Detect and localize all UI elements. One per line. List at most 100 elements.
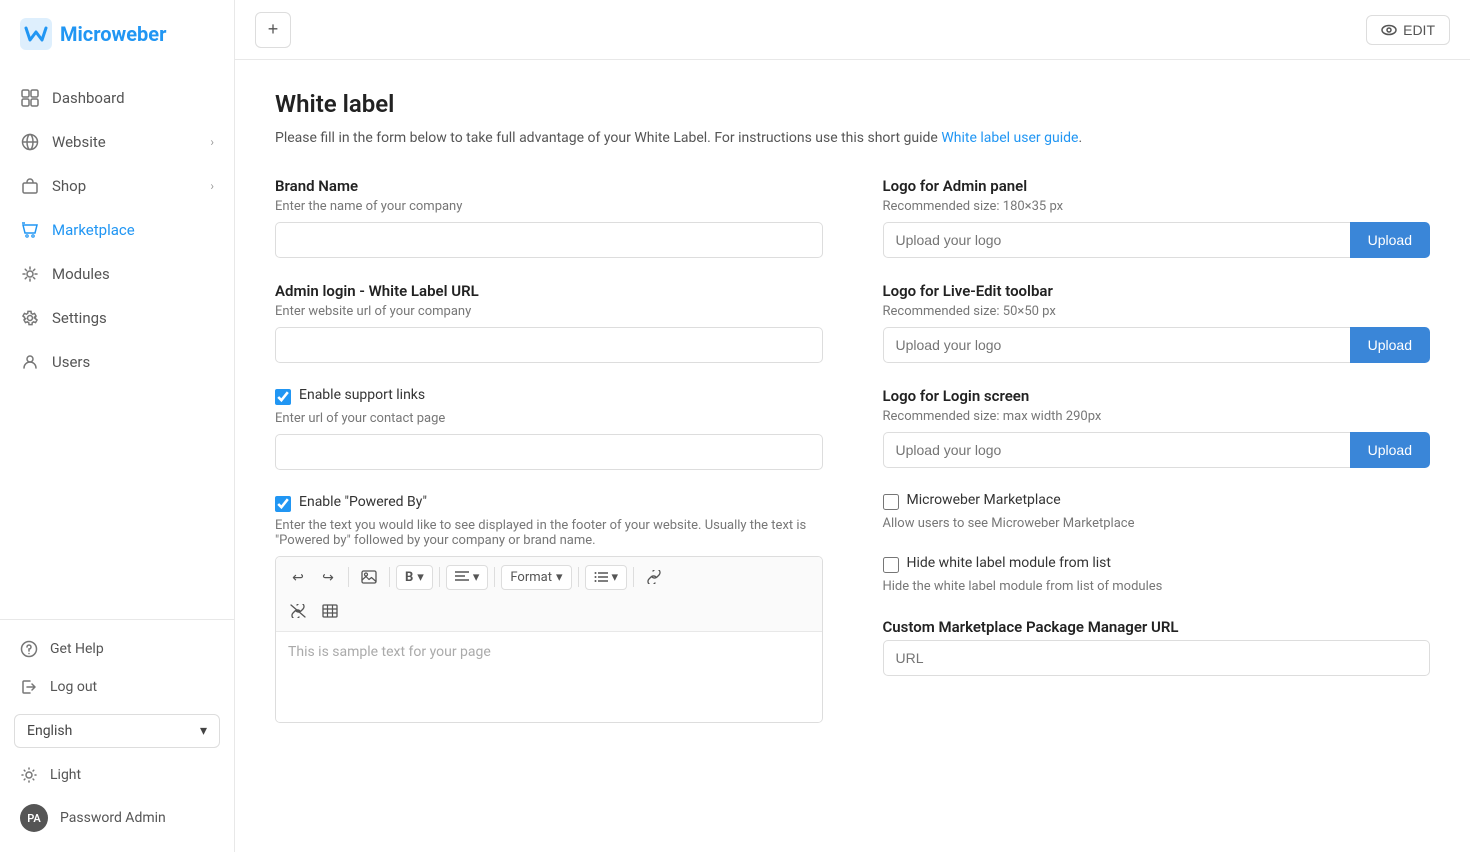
logo-liveedit-sublabel: Recommended size: 50×50 px — [883, 304, 1431, 319]
logo-admin-label: Logo for Admin panel — [883, 177, 1431, 195]
redo-button[interactable]: ↪ — [314, 563, 342, 591]
toolbar-separator — [348, 567, 349, 587]
language-label: English — [27, 723, 72, 739]
editor-placeholder: This is sample text for your page — [288, 644, 491, 660]
sidebar-item-marketplace[interactable]: Marketplace — [0, 208, 234, 252]
avatar: PA — [20, 804, 48, 832]
format-dropdown[interactable]: Format ▾ — [501, 565, 571, 590]
logo-login-input[interactable] — [883, 432, 1350, 468]
theme-toggle[interactable]: Light — [0, 756, 234, 794]
logo-text: Microweber — [60, 22, 166, 46]
user-profile-item[interactable]: PA Password Admin — [0, 794, 234, 842]
admin-url-section: Admin login - White Label URL Enter webs… — [275, 282, 823, 363]
users-icon — [20, 352, 40, 372]
admin-url-sublabel: Enter website url of your company — [275, 304, 823, 319]
powered-by-checkbox-row: Enable "Powered By" — [275, 494, 823, 512]
hide-module-label: Hide white label module from list — [907, 555, 1111, 571]
custom-url-label: Custom Marketplace Package Manager URL — [883, 618, 1431, 636]
logo-liveedit-input[interactable] — [883, 327, 1350, 363]
support-links-checkbox-row: Enable support links — [275, 387, 823, 405]
marketplace-icon — [20, 220, 40, 240]
brand-name-input[interactable] — [275, 222, 823, 258]
marketplace-section: Microweber Marketplace Allow users to se… — [883, 492, 1431, 531]
align-dropdown[interactable]: ▾ — [446, 565, 489, 590]
editor-body[interactable]: This is sample text for your page — [276, 632, 822, 722]
help-icon — [20, 640, 38, 658]
content-area: White label Please fill in the form belo… — [235, 60, 1470, 852]
logo-admin-upload-button[interactable]: Upload — [1350, 222, 1430, 258]
main-content: + EDIT White label Please fill in the fo… — [235, 0, 1470, 852]
form-grid: Brand Name Enter the name of your compan… — [275, 177, 1430, 747]
powered-by-label: Enable "Powered By" — [299, 494, 427, 510]
logo-admin-input[interactable] — [883, 222, 1350, 258]
logout-item[interactable]: Log out — [0, 668, 234, 706]
chevron-right-icon: › — [210, 135, 214, 149]
logo-login-sublabel: Recommended size: max width 290px — [883, 409, 1431, 424]
sidebar-item-label: Marketplace — [52, 221, 135, 239]
brand-name-sublabel: Enter the name of your company — [275, 199, 823, 214]
chevron-right-icon: › — [210, 179, 214, 193]
powered-by-sublabel: Enter the text you would like to see dis… — [275, 518, 823, 548]
sidebar-item-settings[interactable]: Settings — [0, 296, 234, 340]
align-icon — [455, 571, 469, 583]
chevron-down-icon: ▾ — [200, 723, 207, 739]
sidebar-item-dashboard[interactable]: Dashboard — [0, 76, 234, 120]
hide-module-checkbox[interactable] — [883, 557, 899, 573]
dashboard-icon — [20, 88, 40, 108]
table-button[interactable] — [316, 597, 344, 625]
sidebar-item-website[interactable]: Website › — [0, 120, 234, 164]
sidebar: Microweber Dashboard — [0, 0, 235, 852]
support-links-section: Enable support links Enter url of your c… — [275, 387, 823, 470]
powered-by-checkbox[interactable] — [275, 496, 291, 512]
marketplace-label: Microweber Marketplace — [907, 492, 1061, 508]
link-button[interactable] — [640, 563, 668, 591]
sidebar-item-users[interactable]: Users — [0, 340, 234, 384]
sidebar-item-label: Settings — [52, 309, 107, 327]
bold-chevron-icon: ▾ — [417, 570, 424, 585]
sidebar-item-label: Website — [52, 133, 106, 151]
eye-icon — [1381, 22, 1397, 38]
support-links-checkbox[interactable] — [275, 389, 291, 405]
toolbar-separator-2 — [389, 567, 390, 587]
logo-login-upload-button[interactable]: Upload — [1350, 432, 1430, 468]
bold-dropdown[interactable]: B ▾ — [396, 565, 433, 590]
hide-module-checkbox-row: Hide white label module from list — [883, 555, 1431, 573]
hide-module-section: Hide white label module from list Hide t… — [883, 555, 1431, 594]
support-links-sublabel: Enter url of your contact page — [275, 411, 823, 426]
logo-liveedit-upload-button[interactable]: Upload — [1350, 327, 1430, 363]
image-button[interactable] — [355, 563, 383, 591]
align-chevron-icon: ▾ — [473, 570, 480, 585]
light-icon — [20, 766, 38, 784]
logo-liveedit-label: Logo for Live-Edit toolbar — [883, 282, 1431, 300]
edit-button[interactable]: EDIT — [1366, 15, 1450, 45]
unlink-button[interactable] — [284, 597, 312, 625]
get-help-label: Get Help — [50, 641, 104, 657]
list-chevron-icon: ▾ — [612, 570, 619, 585]
language-selector[interactable]: English ▾ — [14, 714, 220, 748]
editor-toolbar: ↩ ↪ — [276, 557, 822, 632]
shop-icon — [20, 176, 40, 196]
format-label: Format — [510, 570, 552, 585]
logo-liveedit-row: Upload — [883, 327, 1431, 363]
sidebar-item-modules[interactable]: Modules — [0, 252, 234, 296]
user-name-label: Password Admin — [60, 810, 166, 826]
guide-link[interactable]: White label user guide — [941, 130, 1078, 146]
toolbar-row-2 — [284, 597, 814, 625]
list-dropdown[interactable]: ▾ — [585, 565, 628, 590]
logo-admin-row: Upload — [883, 222, 1431, 258]
get-help-item[interactable]: Get Help — [0, 630, 234, 668]
add-button[interactable]: + — [255, 12, 291, 48]
settings-icon — [20, 308, 40, 328]
custom-url-input[interactable] — [883, 640, 1431, 676]
marketplace-checkbox-row: Microweber Marketplace — [883, 492, 1431, 510]
marketplace-checkbox[interactable] — [883, 494, 899, 510]
brand-name-label: Brand Name — [275, 177, 823, 195]
undo-button[interactable]: ↩ — [284, 563, 312, 591]
modules-icon — [20, 264, 40, 284]
logo-login-section: Logo for Login screen Recommended size: … — [883, 387, 1431, 468]
support-links-input[interactable] — [275, 434, 823, 470]
sidebar-item-shop[interactable]: Shop › — [0, 164, 234, 208]
list-icon — [594, 571, 608, 583]
admin-url-input[interactable] — [275, 327, 823, 363]
sidebar-logo: Microweber — [0, 0, 234, 68]
